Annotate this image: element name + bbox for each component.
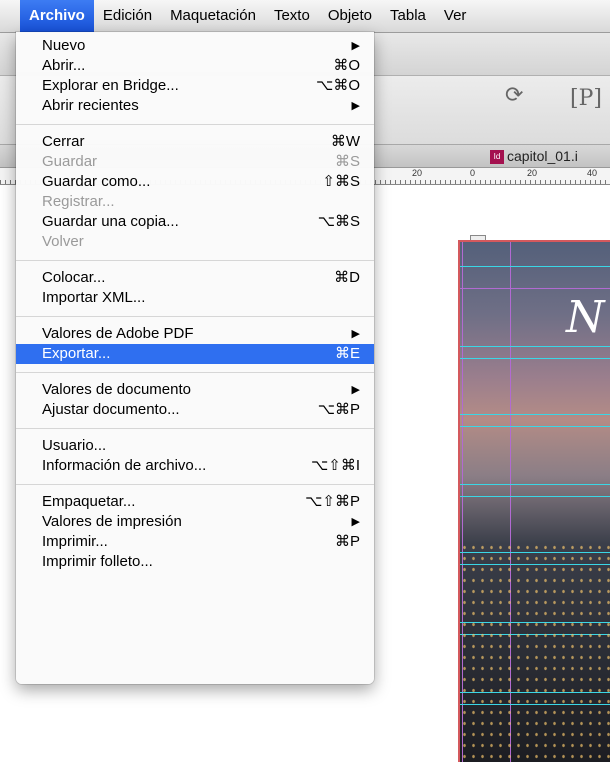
menu-item-label: Guardar como... xyxy=(42,173,151,190)
menu-separator xyxy=(16,428,374,429)
menu-item-shortcut: ⌘W xyxy=(330,133,360,150)
baseline-guide xyxy=(460,426,610,427)
menu-item-guardar-como[interactable]: Guardar como... ⇧⌘S xyxy=(16,172,374,192)
baseline-guide xyxy=(460,266,610,267)
indesign-file-icon: Id xyxy=(490,150,504,165)
menu-item-label: Imprimir folleto... xyxy=(42,553,153,570)
menu-item-label: Abrir recientes xyxy=(42,97,139,114)
menu-item-valores-de-adobe-pdf[interactable]: Valores de Adobe PDF ▶ xyxy=(16,324,374,344)
menu-item-shortcut: ⌥⌘O xyxy=(316,77,360,94)
menu-item-label: Guardar una copia... xyxy=(42,213,179,230)
menu-item-label: Explorar en Bridge... xyxy=(42,77,179,94)
submenu-arrow-icon: ▶ xyxy=(351,100,360,112)
menu-item-registrar[interactable]: Registrar... xyxy=(16,192,374,212)
menu-item-shortcut: ⌥⇧⌘P xyxy=(305,493,360,510)
page-heading-text: N xyxy=(566,292,605,343)
menu-item-nuevo[interactable]: Nuevo ▶ xyxy=(16,36,374,56)
baseline-guide xyxy=(460,346,610,347)
menu-item-label: Ajustar documento... xyxy=(42,401,180,418)
submenu-arrow-icon: ▶ xyxy=(351,516,360,528)
menu-item-shortcut: ⌘S xyxy=(334,153,360,170)
ruler-label: 0 xyxy=(470,168,476,178)
menu-item-guardar[interactable]: Guardar ⌘S xyxy=(16,152,374,172)
menu-separator xyxy=(16,124,374,125)
menu-item-ajustar-documento[interactable]: Ajustar documento... ⌥⌘P xyxy=(16,400,374,420)
menu-item-shortcut: ⌥⌘P xyxy=(317,401,360,418)
menu-item-shortcut: ⌘D xyxy=(334,269,360,286)
menu-item-label: Empaquetar... xyxy=(42,493,136,510)
submenu-arrow-icon: ▶ xyxy=(351,328,360,340)
margin-guide-top xyxy=(460,288,610,289)
menubar-item-texto[interactable]: Texto xyxy=(265,0,319,32)
ruler-label: 20 xyxy=(412,168,423,178)
menu-item-label: Usuario... xyxy=(42,437,107,454)
menu-item-exportar[interactable]: Exportar... ⌘E xyxy=(16,344,374,364)
menu-item-label: Guardar xyxy=(42,153,98,170)
submenu-arrow-icon: ▶ xyxy=(351,384,360,396)
menu-item-shortcut: ⌘O xyxy=(333,57,360,74)
menu-item-label: Exportar... xyxy=(42,345,111,362)
menu-item-label: Registrar... xyxy=(42,193,115,210)
menubar-item-archivo[interactable]: Archivo xyxy=(20,0,94,32)
menubar-item-tabla[interactable]: Tabla xyxy=(381,0,435,32)
menu-item-shortcut: ⌘P xyxy=(334,533,360,550)
menu-item-label: Imprimir... xyxy=(42,533,108,550)
menu-item-label: Volver xyxy=(42,233,84,250)
menu-item-label: Colocar... xyxy=(42,269,106,286)
menubar-item-edicion[interactable]: Edición xyxy=(94,0,161,32)
baseline-guide xyxy=(460,484,610,485)
menu-item-shortcut: ⌘E xyxy=(334,345,360,362)
menu-item-imprimir-folleto[interactable]: Imprimir folleto... xyxy=(16,552,374,572)
menubar-item-objeto[interactable]: Objeto xyxy=(319,0,381,32)
menubar-item-maquetacion[interactable]: Maquetación xyxy=(161,0,265,32)
baseline-guide xyxy=(460,414,610,415)
archivo-menu: Nuevo ▶ Abrir... ⌘O Explorar en Bridge... ⌥⌘O… xyxy=(16,32,374,684)
menu-item-informacion-de-archivo[interactable]: Información de archivo... ⌥⇧⌘I xyxy=(16,456,374,476)
menu-item-explorar-en-bridge[interactable]: Explorar en Bridge... ⌥⌘O xyxy=(16,76,374,96)
menu-item-imprimir[interactable]: Imprimir... ⌘P xyxy=(16,532,374,552)
city-lights-photo xyxy=(460,542,610,762)
document-tab[interactable]: Id capitol_01.i xyxy=(490,145,578,167)
document-tab-label: capitol_01.i xyxy=(507,148,578,164)
menu-separator xyxy=(16,484,374,485)
menu-item-shortcut: ⌥⌘S xyxy=(317,213,360,230)
menu-item-importar-xml[interactable]: Importar XML... xyxy=(16,288,374,308)
menu-item-cerrar[interactable]: Cerrar ⌘W xyxy=(16,132,374,152)
menu-item-label: Abrir... xyxy=(42,57,86,74)
menubar-item-ver[interactable]: Ver xyxy=(435,0,476,32)
menu-item-guardar-una-copia[interactable]: Guardar una copia... ⌥⌘S xyxy=(16,212,374,232)
ruler-label: 20 xyxy=(527,168,538,178)
baseline-guide xyxy=(460,496,610,497)
menu-item-shortcut: ⇧⌘S xyxy=(322,173,360,190)
menu-item-label: Importar XML... xyxy=(42,289,146,306)
menu-item-abrir-recientes[interactable]: Abrir recientes ▶ xyxy=(16,96,374,116)
menu-separator xyxy=(16,372,374,373)
menu-item-shortcut: ⌥⇧⌘I xyxy=(310,457,360,474)
menu-item-abrir[interactable]: Abrir... ⌘O xyxy=(16,56,374,76)
menu-separator xyxy=(16,316,374,317)
menu-item-label: Valores de impresión xyxy=(42,513,182,530)
rotate-icon[interactable]: ⟳ xyxy=(505,82,523,108)
menu-separator xyxy=(16,260,374,261)
menu-item-empaquetar[interactable]: Empaquetar... ⌥⇧⌘P xyxy=(16,492,374,512)
menu-item-volver[interactable]: Volver xyxy=(16,232,374,252)
menu-item-colocar[interactable]: Colocar... ⌘D xyxy=(16,268,374,288)
menu-item-label: Valores de documento xyxy=(42,381,191,398)
menu-item-label: Valores de Adobe PDF xyxy=(42,325,194,342)
ruler-label: 40 xyxy=(587,168,598,178)
menu-item-usuario[interactable]: Usuario... xyxy=(16,436,374,456)
baseline-guide xyxy=(460,358,610,359)
menu-item-valores-de-documento[interactable]: Valores de documento ▶ xyxy=(16,380,374,400)
menu-item-label: Información de archivo... xyxy=(42,457,207,474)
paragraph-frame-icon[interactable]: [P] xyxy=(570,86,602,111)
menu-item-label: Nuevo xyxy=(42,37,86,54)
menu-item-label: Cerrar xyxy=(42,133,85,150)
submenu-arrow-icon: ▶ xyxy=(351,40,360,52)
menu-bar: Archivo Edición Maquetación Texto Objeto Tabl… xyxy=(0,0,610,33)
document-page[interactable]: N xyxy=(458,240,610,762)
menu-item-valores-de-impresion[interactable]: Valores de impresión ▶ xyxy=(16,512,374,532)
